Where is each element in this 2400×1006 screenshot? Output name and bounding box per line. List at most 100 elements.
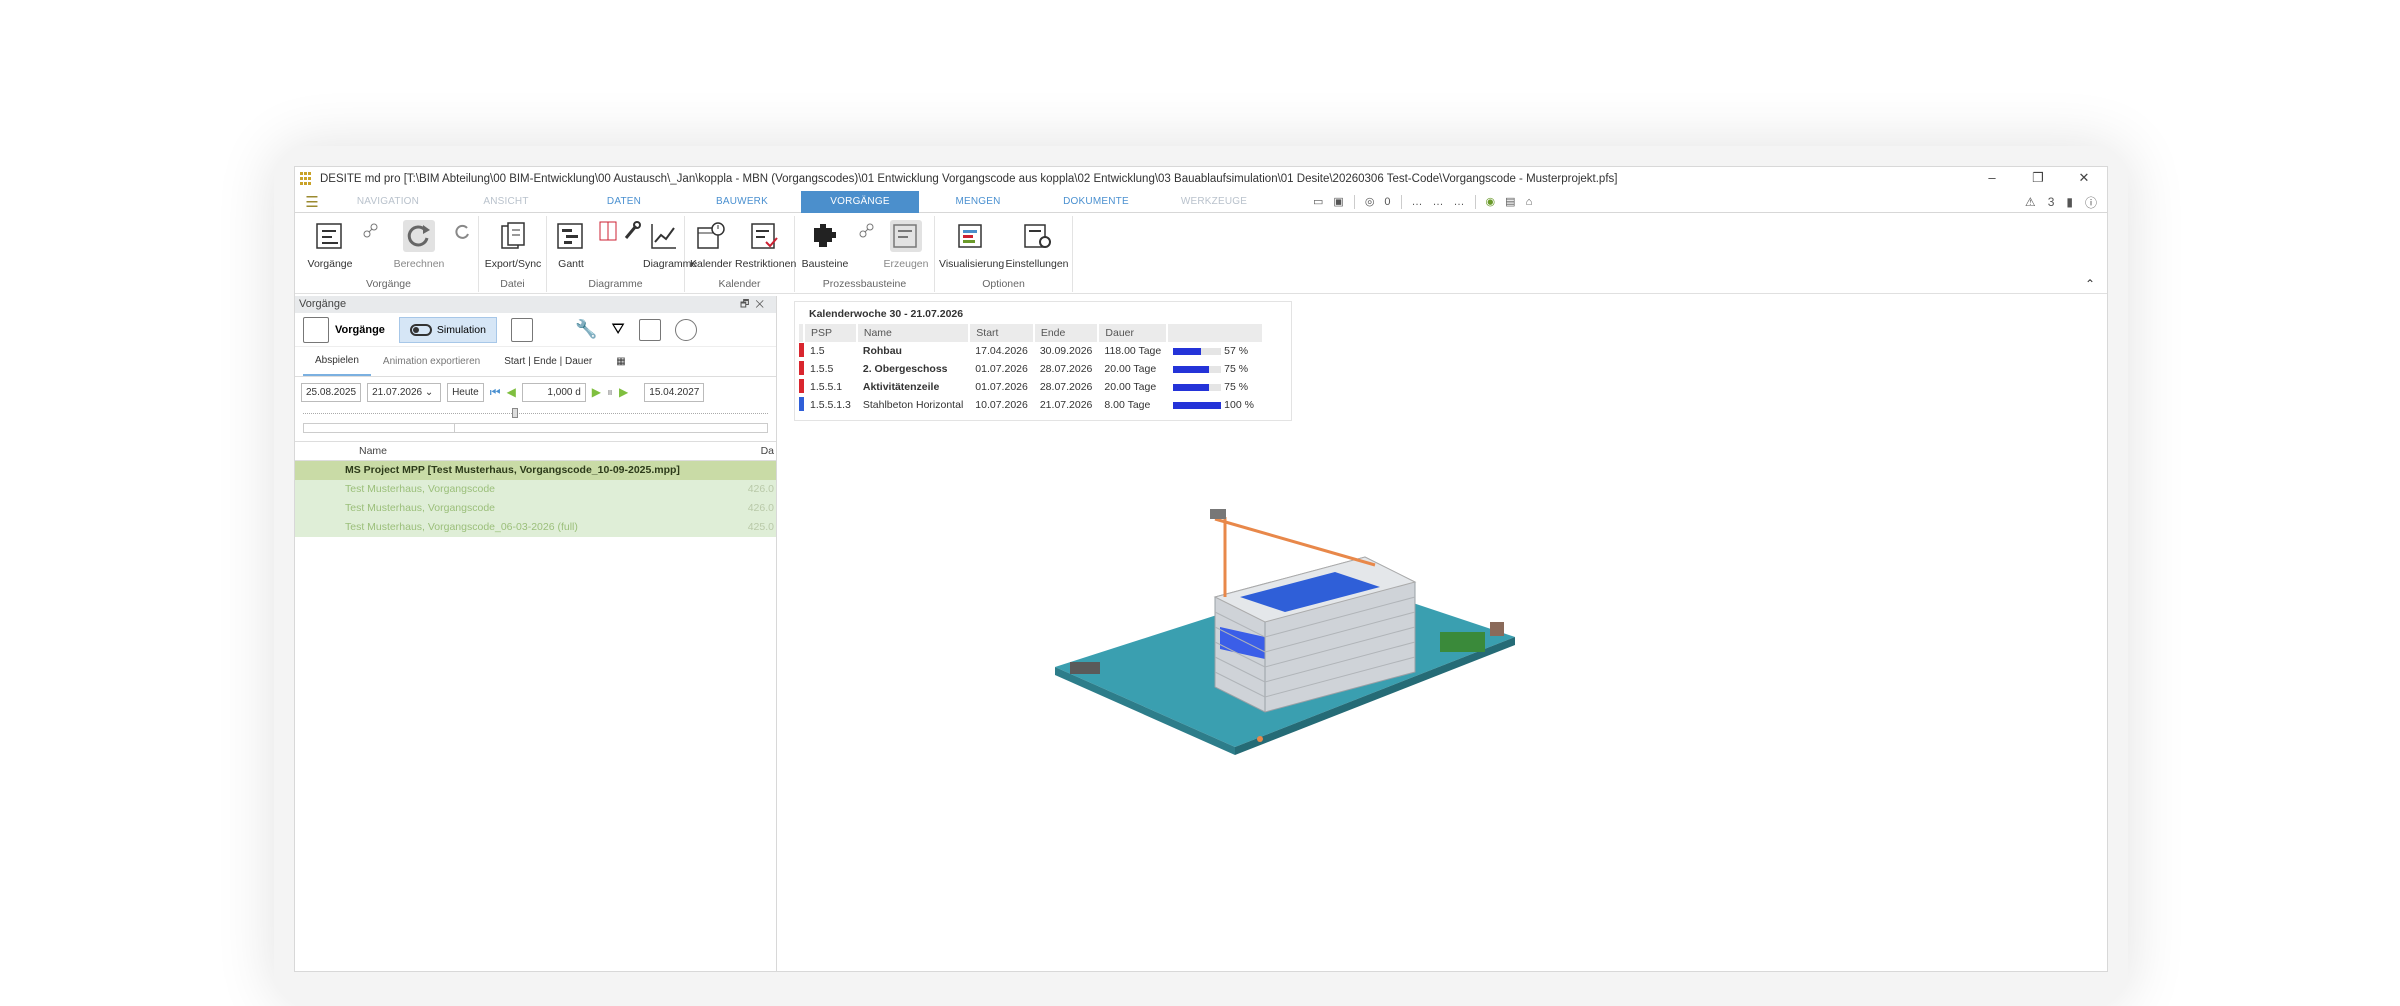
tab-navigation[interactable]: NAVIGATION [329,191,447,213]
skip-start-icon[interactable]: ⏮ [490,385,501,400]
playback-controls: 25.08.2025 21.07.2026 ⌄ Heute ⏮ ◀ 1,000 … [295,377,776,407]
berechnen-button[interactable]: Berechnen [389,220,449,270]
restore-button[interactable]: ❐ [2015,167,2061,191]
group-label: Prozessbausteine [822,278,907,290]
vorgaenge-button[interactable]: Vorgänge [305,220,355,270]
timeline-thumb[interactable] [512,408,519,418]
today-button[interactable]: Heute [447,382,484,402]
tab-vorgaenge[interactable]: VORGÄNGE [801,190,919,213]
more-icon[interactable]: … [1412,196,1423,208]
monitor-icon[interactable]: ▣ [1333,195,1343,208]
gantt-icon [555,220,587,252]
more-icon[interactable]: … [1454,196,1465,208]
battery-icon[interactable]: ▮ [2066,195,2073,209]
list-icon[interactable]: ▤ [1505,195,1515,208]
timeline-slider[interactable] [303,408,768,418]
collapse-ribbon-icon[interactable]: ⌃ [2085,277,2095,291]
tab-abspielen[interactable]: Abspielen [303,347,371,376]
column-dauer[interactable]: Da [761,442,774,460]
refresh-small-button[interactable] [449,220,475,258]
tree-header: Name Da [295,441,776,461]
end-date-field[interactable]: 15.04.2027 [644,382,705,402]
visualisierung-button[interactable]: Visualisierung [939,220,1004,270]
diagramme-button[interactable]: Diagramme [643,220,697,270]
eye-icon[interactable]: ◉ [1486,195,1496,208]
settings-icon [1021,220,1053,252]
gantt-list-icon [303,316,329,343]
gantt-label: Gantt [558,258,584,270]
row-name: Test Musterhaus, Vorgangscode [345,483,496,495]
tab-start-ende-dauer[interactable]: Start | Ende | Dauer [492,348,604,375]
tree-row[interactable]: MS Project MPP [Test Musterhaus, Vorgang… [295,461,776,480]
link-button[interactable] [855,220,877,258]
wrench-icon[interactable]: 🔧 [575,319,597,340]
link-button[interactable] [359,220,381,258]
cell-progress: 75 % [1167,378,1263,396]
pin-icon[interactable]: 🗗 [740,299,755,310]
container [1440,632,1485,652]
menu-icon[interactable]: ☰ [295,193,329,211]
visibility-icon[interactable]: ◎ [1365,195,1375,208]
group-label: Datei [500,278,525,290]
gantt-button[interactable]: Gantt [551,220,591,270]
step-stepper[interactable]: 1,000 d [521,382,586,402]
calendar-icon [695,220,727,252]
tab-ansicht[interactable]: ANSICHT [447,191,565,213]
cell-name: Stahlbeton Horizontal [862,399,964,411]
schedule-button[interactable] [595,220,621,248]
restriktionen-button[interactable]: Restriktionen [735,220,796,270]
minimize-button[interactable]: – [1969,167,2015,191]
cell-progress: 57 % [1167,342,1263,360]
kalender-button[interactable]: Kalender [689,220,733,270]
step-back-icon[interactable]: ◀ [507,385,516,399]
app-logo-icon [300,172,314,186]
close-panel-icon[interactable]: ✕ [755,299,770,310]
3d-viewport[interactable]: Kalenderwoche 30 - 21.07.2026 PSP Name S… [780,297,2107,971]
warning-icon[interactable]: ⚠ [2025,195,2036,209]
status-marker [799,360,804,378]
export-sync-button[interactable]: Export/Sync [483,220,543,270]
bausteine-button[interactable]: Bausteine [797,220,853,270]
window-layout-icon[interactable]: ▭ [1313,195,1323,208]
einstellungen-button[interactable]: Einstellungen [1005,220,1069,270]
timeline-range[interactable] [303,423,768,433]
tab-dokumente[interactable]: DOKUMENTE [1037,191,1155,213]
home-icon[interactable]: ⌂ [1526,196,1533,208]
simulation-toggle[interactable]: Simulation [398,316,497,343]
tree-row[interactable]: Test Musterhaus, Vorgangscode_06-03-2026… [295,518,776,537]
filter-icon[interactable]: ⛛ [611,321,624,339]
play-icon[interactable]: ▶ [619,385,628,399]
more-icon[interactable]: … [1433,196,1444,208]
search-object-icon[interactable] [638,318,661,341]
tree-row[interactable]: Test Musterhaus, Vorgangscode 426.0 [295,499,776,518]
cell-psp: 1.5.5.1.3 [810,399,851,411]
tab-werkzeuge[interactable]: WERKZEUGE [1155,191,1273,213]
globe-icon[interactable] [674,318,697,341]
table-icon[interactable]: ▦ [604,348,637,375]
info-icon[interactable]: ⓘ [2085,194,2097,211]
current-date-select[interactable]: 21.07.2026 ⌄ [367,382,442,402]
cell-start: 17.04.2026 [975,345,1028,357]
wrench-icon [622,220,642,242]
tab-bauwerk[interactable]: BAUWERK [683,191,801,213]
wrench-button[interactable] [621,220,643,248]
clipboard-edit-icon[interactable] [510,317,533,342]
step-forward-icon[interactable]: ▶ [592,385,601,399]
erzeugen-button[interactable]: Erzeugen [881,220,931,270]
tab-animation-exportieren[interactable]: Animation exportieren [371,348,492,375]
row-duration: 425.0 [747,521,774,533]
building-model[interactable] [1035,487,1535,777]
tab-daten[interactable]: DATEN [565,191,683,213]
separator [1400,194,1402,209]
schedule-icon [597,220,619,242]
berechnen-label: Berechnen [393,258,445,270]
tree-row[interactable]: Test Musterhaus, Vorgangscode 426.0 [295,480,776,499]
site-hut [1490,622,1504,636]
close-button[interactable]: ✕ [2061,167,2107,191]
visibility-count: 0 [1384,195,1391,208]
start-date-field[interactable]: 25.08.2025 [301,382,362,402]
pause-icon[interactable]: ⏸ [607,385,613,400]
tab-mengen[interactable]: MENGEN [919,191,1037,213]
column-name[interactable]: Name [359,442,387,460]
vorgaenge-toggle[interactable]: Vorgänge [303,316,385,343]
